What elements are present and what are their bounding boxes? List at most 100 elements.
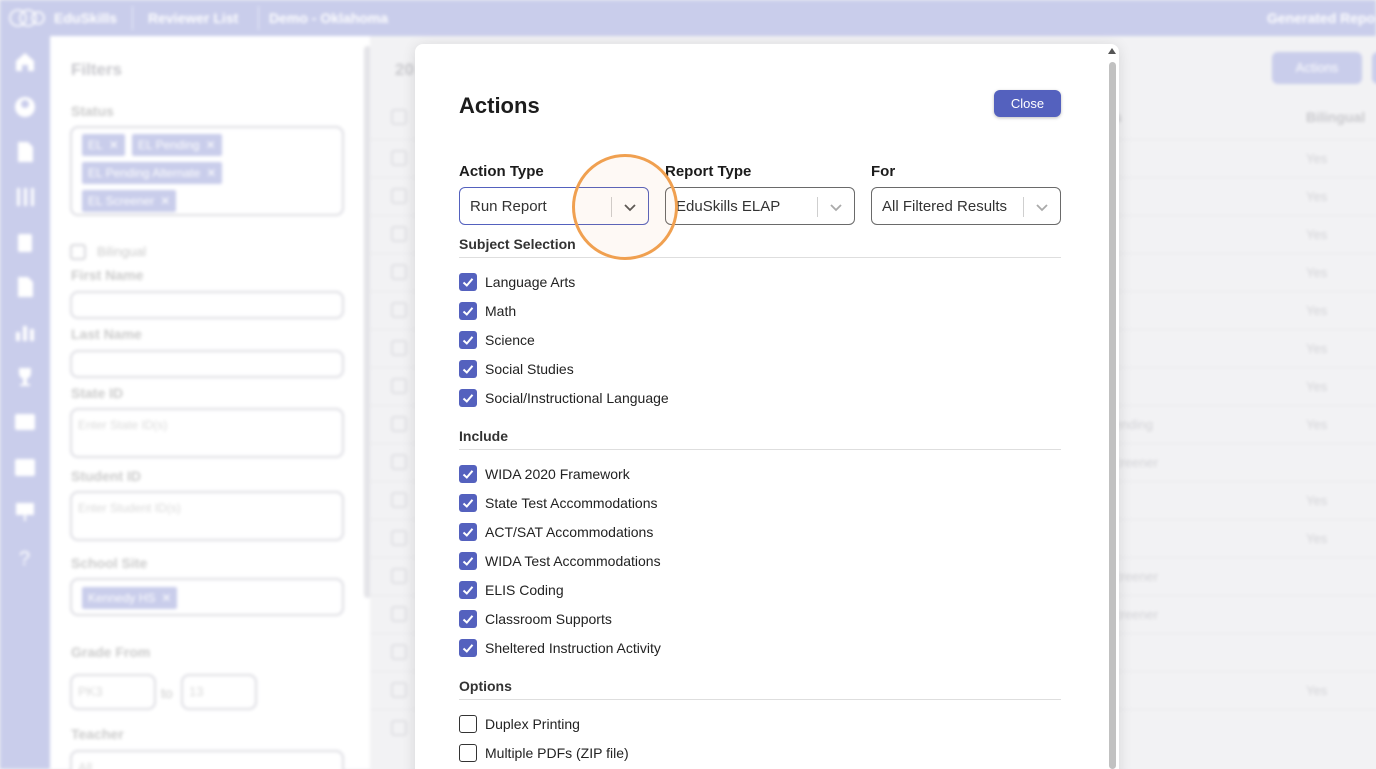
subject-selection-title: Subject Selection	[459, 236, 576, 252]
checkbox-checked[interactable]	[459, 389, 477, 407]
row-checkbox[interactable]	[391, 340, 407, 356]
status-chip[interactable]: EL Pending Alternate ✕	[82, 162, 223, 184]
trophy-icon[interactable]	[13, 365, 37, 389]
row-checkbox[interactable]	[391, 150, 407, 166]
checkbox-label: Sheltered Instruction Activity	[485, 640, 661, 656]
scroll-up-icon[interactable]	[1108, 48, 1116, 54]
checkbox-checked[interactable]	[459, 494, 477, 512]
checkmark-icon	[462, 528, 474, 537]
student-id-input[interactable]: Enter Student ID(s)	[70, 491, 344, 541]
presentation-icon[interactable]	[13, 500, 37, 524]
report-type-select[interactable]: EduSkills ELAP	[665, 187, 855, 225]
school-chip[interactable]: Kennedy HS ✕	[82, 587, 178, 609]
row-checkbox[interactable]	[391, 302, 407, 318]
row-checkbox[interactable]	[391, 644, 407, 660]
remove-icon[interactable]: ✕	[206, 166, 216, 180]
row-checkbox[interactable]	[391, 568, 407, 584]
checkbox-checked[interactable]	[459, 552, 477, 570]
section-divider	[459, 257, 1061, 258]
status-chip[interactable]: EL ✕	[82, 134, 125, 156]
state-id-label: State ID	[71, 385, 124, 401]
options-title: Options	[459, 678, 512, 694]
checkbox-label: Duplex Printing	[485, 716, 580, 732]
status-cell: creener	[1114, 607, 1159, 622]
checkbox-checked[interactable]	[459, 273, 477, 291]
checkbox-label: Math	[485, 303, 517, 319]
row-checkbox[interactable]	[391, 606, 407, 622]
chevron-down-icon[interactable]	[1035, 200, 1049, 214]
state-id-input[interactable]: Enter State ID(s)	[70, 408, 344, 458]
select-all-checkbox[interactable]	[391, 109, 407, 125]
checkmark-icon	[462, 586, 474, 595]
left-nav-rail: ?	[0, 36, 50, 769]
remove-icon[interactable]: ✕	[160, 194, 170, 208]
checkbox-checked[interactable]	[459, 639, 477, 657]
checkbox-checked[interactable]	[459, 360, 477, 378]
checkmark-icon	[462, 644, 474, 653]
grade-from-select[interactable]: PK3	[70, 674, 156, 710]
row-checkbox[interactable]	[391, 682, 407, 698]
checkbox-unchecked[interactable]	[459, 715, 477, 733]
first-name-input[interactable]	[70, 291, 344, 319]
checkbox-checked[interactable]	[459, 331, 477, 349]
checkbox-unchecked[interactable]	[459, 744, 477, 762]
actions-button[interactable]: Actions	[1272, 52, 1362, 84]
reviewer-list-link[interactable]: Reviewer List	[148, 10, 238, 26]
divider	[132, 6, 133, 30]
row-checkbox[interactable]	[391, 530, 407, 546]
for-label: For	[871, 163, 896, 180]
checkbox-checked[interactable]	[459, 302, 477, 320]
calendar-icon[interactable]	[13, 455, 37, 479]
checkbox-checked[interactable]	[459, 581, 477, 599]
status-multiselect[interactable]: EL ✕ EL Pending ✕ EL Pending Alternate ✕ EL…	[70, 126, 344, 216]
sliders-icon[interactable]	[13, 185, 37, 209]
bilingual-cell: Yes	[1306, 151, 1328, 166]
status-chip[interactable]: EL Pending ✕	[132, 134, 222, 156]
scroll-thumb[interactable]	[1109, 62, 1116, 769]
actions-modal: Actions Close Action Type Report Type Fo…	[415, 44, 1119, 769]
user-icon[interactable]	[13, 95, 37, 119]
generated-reports-link[interactable]: Generated Repo	[1267, 10, 1375, 26]
row-checkbox[interactable]	[391, 454, 407, 470]
chart-icon[interactable]	[13, 320, 37, 344]
chip-label: Kennedy HS	[88, 591, 156, 605]
home-icon[interactable]	[13, 50, 37, 74]
bilingual-checkbox[interactable]	[70, 244, 86, 260]
remove-icon[interactable]: ✕	[206, 138, 216, 152]
bilingual-cell: Yes	[1306, 683, 1328, 698]
document-icon[interactable]	[13, 140, 37, 164]
column-bilingual[interactable]: Bilingual	[1306, 109, 1365, 125]
last-name-input[interactable]	[70, 350, 344, 378]
row-checkbox[interactable]	[391, 378, 407, 394]
brand-name[interactable]: EduSkills	[54, 10, 117, 26]
remove-icon[interactable]: ✕	[161, 591, 171, 605]
row-checkbox[interactable]	[391, 416, 407, 432]
close-button[interactable]: Close	[994, 90, 1061, 117]
checkbox-checked[interactable]	[459, 610, 477, 628]
remove-icon[interactable]: ✕	[109, 138, 119, 152]
row-checkbox[interactable]	[391, 188, 407, 204]
school-site-label: School Site	[71, 555, 148, 571]
action-type-value: Run Report	[470, 198, 547, 215]
chevron-down-icon[interactable]	[829, 200, 843, 214]
row-checkbox[interactable]	[391, 264, 407, 280]
grade-to-select[interactable]: 13	[181, 674, 257, 710]
report-icon[interactable]	[13, 275, 37, 299]
district-name[interactable]: Demo - Oklahoma	[269, 10, 388, 26]
for-select[interactable]: All Filtered Results	[871, 187, 1061, 225]
table-icon[interactable]	[13, 410, 37, 434]
row-checkbox[interactable]	[391, 720, 407, 736]
school-site-select[interactable]: Kennedy HS ✕	[70, 578, 344, 616]
row-checkbox[interactable]	[391, 492, 407, 508]
checkbox-checked[interactable]	[459, 465, 477, 483]
bilingual-cell: Yes	[1306, 379, 1328, 394]
checkbox-checked[interactable]	[459, 523, 477, 541]
bilingual-cell: Yes	[1306, 303, 1328, 318]
row-checkbox[interactable]	[391, 226, 407, 242]
menu-button[interactable]	[1372, 52, 1376, 84]
clipboard-icon[interactable]	[13, 230, 37, 254]
modal-scrollbar[interactable]	[1107, 46, 1118, 769]
teacher-select[interactable]: All	[70, 750, 344, 769]
status-chip[interactable]: EL Screener ✕	[82, 190, 177, 212]
help-icon[interactable]: ?	[13, 545, 37, 569]
